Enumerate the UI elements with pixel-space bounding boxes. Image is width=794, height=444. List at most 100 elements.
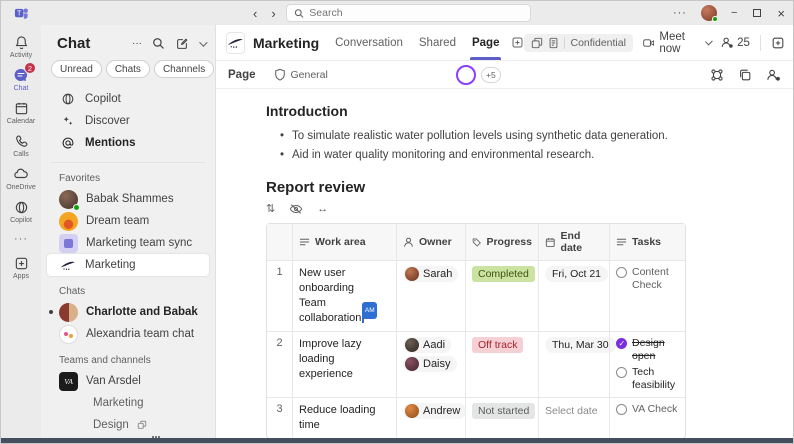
work-area-cell[interactable]: Improve lazy loading experience [292,332,396,397]
titlebar-more-button[interactable]: ··· [673,7,687,19]
sidebar-item-marketing[interactable]: Marketing [47,254,209,276]
sidebar-item-copilot[interactable]: Copilot [47,88,209,110]
rail-item-apps[interactable]: Apps [1,254,41,280]
tasks-cell[interactable]: Design open Tech feasibility [609,332,687,397]
channel-scope[interactable]: General [274,68,328,81]
sidebar-more-button[interactable]: ··· [132,38,142,49]
filter-unread[interactable]: Unread [51,60,102,78]
task-checkbox[interactable] [616,267,627,278]
search-input[interactable] [309,7,523,19]
sidebar-item-discover[interactable]: Discover [47,110,209,132]
manage-access-icon[interactable] [766,68,781,82]
rail-item-calls[interactable]: Calls [1,132,41,158]
owner-cell[interactable]: Andrew [396,398,465,438]
end-date-cell[interactable]: Select date [538,398,609,438]
teams-logo-icon: T [1,6,41,21]
collaborator-avatar[interactable] [456,65,476,85]
sensitivity-label[interactable]: Confidential [524,34,632,52]
status-badge[interactable]: Not started [472,403,535,419]
tab-shared[interactable]: Shared [419,25,456,60]
owner-chip[interactable]: Andrew [403,403,466,419]
meet-now-button[interactable]: Meet now [643,31,710,55]
tab-page[interactable]: Page [472,25,500,60]
status-badge[interactable]: Off track [472,337,523,353]
channel-item-design[interactable]: Design [47,414,209,436]
column-header-end-date[interactable]: End date [538,224,609,260]
filter-chats[interactable]: Chats [106,60,150,78]
close-button[interactable]: × [777,6,785,21]
task-item[interactable]: Content Check [616,266,681,292]
tasks-cell[interactable]: VA Check [609,398,687,438]
back-button[interactable]: ‹ [253,6,257,21]
end-date-cell[interactable]: Fri, Oct 21 [538,261,609,331]
progress-cell[interactable]: Completed [465,261,538,331]
sort-button[interactable]: ⇅ [266,202,275,215]
owner-cell[interactable]: Aadi Daisy [396,332,465,397]
copy-icon[interactable] [738,68,752,82]
minimize-button[interactable]: − [731,7,737,19]
filter-channels[interactable]: Channels [154,60,214,78]
progress-cell[interactable]: Off track [465,332,538,397]
task-checkbox-checked[interactable] [616,338,627,349]
rail-item-chat[interactable]: 2 Chat [1,66,41,92]
hide-fields-button[interactable] [289,203,303,215]
resize-columns-button[interactable]: ↔ [317,203,328,215]
table-row[interactable]: 2 Improve lazy loading experience Aadi D… [267,331,685,397]
chat-filters: Unread Chats Channels [47,60,209,88]
owner-cell[interactable]: Sarah [396,261,465,331]
members-button[interactable]: 25 [720,36,750,49]
progress-cell[interactable]: Not started [465,398,538,438]
add-app-button[interactable] [771,36,786,50]
loop-component-icon[interactable] [710,68,724,82]
owner-chip[interactable]: Sarah [403,266,458,282]
task-item[interactable]: VA Check [616,403,681,416]
rail-item-activity[interactable]: Activity [1,33,41,59]
sidebar-item-dream-team[interactable]: Dream team [47,210,209,232]
channel-header: Marketing Conversation Shared Page Confi… [216,25,793,61]
sidebar-item-babak-shammes[interactable]: Babak Shammes [47,188,209,210]
task-item[interactable]: Tech feasibility [616,366,681,392]
search-bar[interactable] [286,4,531,22]
status-badge[interactable]: Completed [472,266,535,282]
date-placeholder[interactable]: Select date [545,403,603,419]
collaborator-overflow-badge[interactable]: +5 [481,67,501,83]
table-row[interactable]: 3 Reduce loading time Andrew Not started [267,397,685,438]
sidebar-item-alexandria-team-chat[interactable]: Alexandria team chat [47,323,209,345]
sidebar-search-icon[interactable] [152,37,165,50]
new-chat-icon[interactable] [175,37,189,51]
tab-conversation[interactable]: Conversation [335,25,403,60]
tasks-cell[interactable]: Content Check [609,261,687,331]
forward-button[interactable]: › [271,6,275,21]
sidebar-item-charlotte-and-babak[interactable]: Charlotte and Babak [47,301,209,323]
work-area-cell[interactable]: Reduce loading time [292,398,396,438]
column-header-tasks[interactable]: Tasks [609,224,687,260]
rail-more-button[interactable]: ··· [14,233,28,245]
svg-text:T: T [17,10,22,17]
task-checkbox[interactable] [616,367,627,378]
add-tab-button[interactable] [511,36,524,49]
work-area-cell[interactable]: New user onboarding Team collaborationAM [292,261,396,331]
table-toolbar: ⇅ ↔ [266,202,793,215]
channel-item-marketing[interactable]: Marketing [47,392,209,414]
avatar [59,190,78,209]
sidebar-item-marketing-team-sync[interactable]: Marketing team sync [47,232,209,254]
end-date-cell[interactable]: Thu, Mar 30 [538,332,609,397]
new-chat-chevron-icon[interactable] [199,38,207,46]
rail-item-copilot[interactable]: Copilot [1,198,41,224]
task-checkbox[interactable] [616,404,627,415]
column-header-work-area[interactable]: Work area [292,224,396,260]
owner-chip[interactable]: Daisy [403,356,457,372]
column-header-owner[interactable]: Owner [396,224,465,260]
maximize-button[interactable] [753,9,761,17]
row-number-header [267,224,292,260]
task-item[interactable]: Design open [616,337,681,363]
owner-chip[interactable]: Aadi [403,337,451,353]
rail-item-calendar[interactable]: Calendar [1,99,41,125]
sidebar-item-mentions[interactable]: Mentions [47,132,209,154]
table-row[interactable]: 1 New user onboarding Team collaboration… [267,260,685,331]
column-header-progress[interactable]: Progress [465,224,538,260]
rail-item-onedrive[interactable]: OneDrive [1,165,41,191]
user-avatar[interactable] [701,5,717,21]
sidebar-item-van-arsdel[interactable]: VA Van Arsdel [47,370,209,392]
phone-icon [14,134,29,149]
